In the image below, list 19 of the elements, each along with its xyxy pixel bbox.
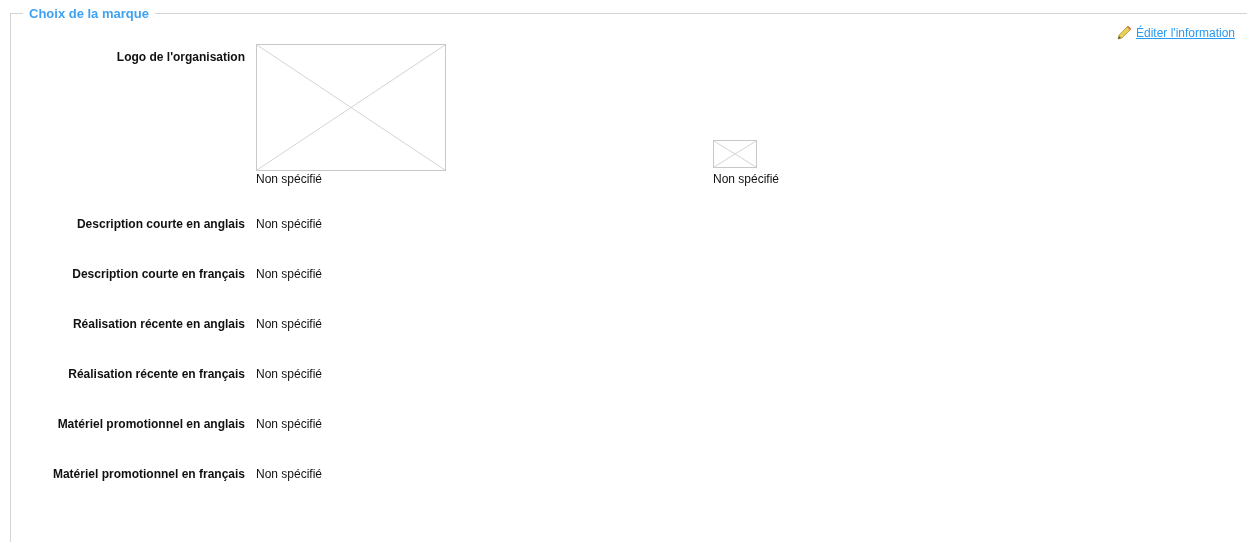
field-value: Non spécifié: [256, 171, 323, 187]
field-value: Non spécifié: [256, 217, 323, 231]
field-value: Non spécifié: [256, 467, 323, 481]
field-label: Logo de l'organisation: [115, 49, 245, 66]
field-value: Non spécifié: [256, 267, 323, 281]
field-label: Matériel promotionnel en anglais: [56, 416, 245, 433]
field-label: Réalisation récente en français: [67, 366, 245, 383]
section-title: Choix de la marque: [28, 6, 150, 21]
field-value: Non spécifié: [256, 367, 323, 381]
field-value: Non spécifié: [256, 317, 323, 331]
field-label: Description courte en français: [71, 266, 245, 283]
field-label: Description courte en anglais: [75, 216, 245, 233]
edit-information-link[interactable]: Éditer l'information: [1136, 26, 1235, 40]
field-label: Matériel promotionnel en français: [51, 466, 245, 483]
pencil-icon: [1116, 25, 1132, 41]
field-label: Réalisation récente en anglais: [71, 316, 245, 333]
field-value: Non spécifié: [256, 417, 323, 431]
image-placeholder: [713, 140, 757, 168]
field-value: Non spécifié: [713, 171, 780, 187]
